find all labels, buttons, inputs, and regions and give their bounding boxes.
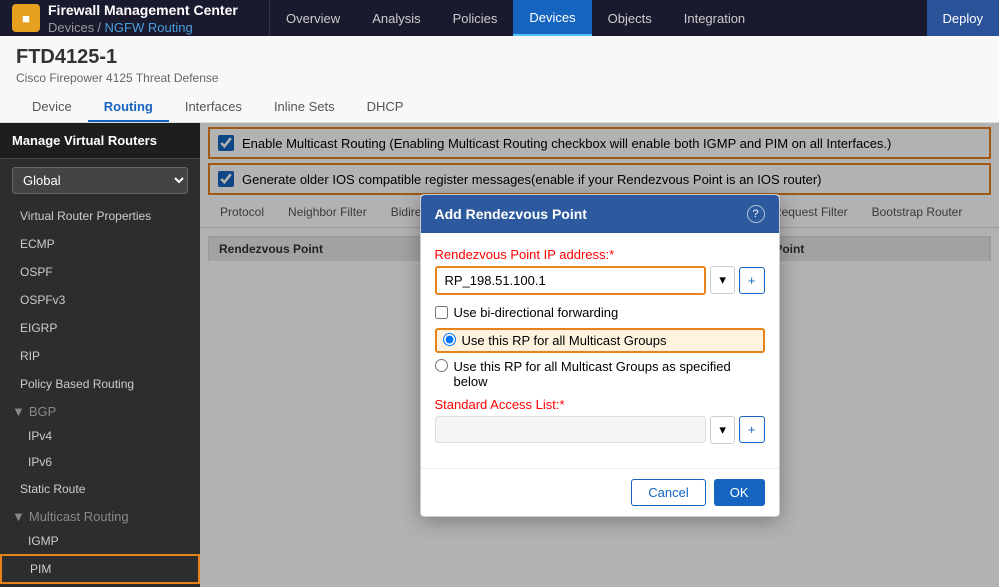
sidebar-item-ipv6[interactable]: IPv6 — [0, 449, 200, 475]
access-list-label-text: Standard Access List: — [435, 397, 560, 412]
sidebar: Manage Virtual Routers Global Virtual Ro… — [0, 123, 200, 587]
nav-integration[interactable]: Integration — [668, 0, 761, 36]
bidirectional-label: Use bi-directional forwarding — [454, 305, 619, 320]
tab-inline-sets[interactable]: Inline Sets — [258, 93, 351, 122]
modal-body: Rendezvous Point IP address:* ▾ + Use bi… — [421, 233, 779, 468]
access-list-dropdown-btn[interactable]: ▾ — [710, 416, 735, 444]
bidirectional-checkbox[interactable] — [435, 306, 448, 319]
ok-button[interactable]: OK — [714, 479, 765, 506]
radio-specified-label: Use this RP for all Multicast Groups as … — [454, 359, 765, 389]
sub-header: FTD4125-1 Cisco Firepower 4125 Threat De… — [0, 36, 999, 123]
breadcrumb-ngfw[interactable]: NGFW Routing — [105, 20, 193, 35]
nav-links: Overview Analysis Policies Devices Objec… — [270, 0, 999, 36]
nav-analysis[interactable]: Analysis — [356, 0, 436, 36]
radio-all-multicast[interactable] — [443, 333, 456, 346]
virtual-router-select[interactable]: Global — [12, 167, 188, 194]
device-subtitle: Cisco Firepower 4125 Threat Defense — [16, 71, 983, 85]
modal-overlay: Add Rendezvous Point ? Rendezvous Point … — [200, 123, 999, 587]
logo-letter: ■ — [22, 11, 30, 26]
rp-ip-input[interactable] — [435, 266, 707, 295]
device-title: FTD4125-1 — [16, 46, 983, 69]
sidebar-item-igmp[interactable]: IGMP — [0, 528, 200, 554]
right-content: Enable Multicast Routing (Enabling Multi… — [200, 123, 999, 587]
sidebar-item-pim[interactable]: PIM — [0, 554, 200, 584]
modal-title: Add Rendezvous Point — [435, 206, 587, 222]
nav-objects[interactable]: Objects — [592, 0, 668, 36]
app-title: Firewall Management Center — [48, 2, 238, 18]
sidebar-bgp-label: BGP — [29, 404, 56, 419]
cancel-button[interactable]: Cancel — [631, 479, 705, 506]
modal-footer: Cancel OK — [421, 468, 779, 516]
access-list-label: Standard Access List:* — [435, 397, 765, 412]
access-list-input[interactable] — [435, 416, 707, 443]
access-list-required: * — [560, 397, 565, 412]
sidebar-multicast-label: Multicast Routing — [29, 509, 129, 524]
sidebar-item-ospf[interactable]: OSPF — [0, 258, 200, 286]
sidebar-item-ospfv3[interactable]: OSPFv3 — [0, 286, 200, 314]
bidirectional-checkbox-row: Use bi-directional forwarding — [435, 305, 765, 320]
radio-all-multicast-label: Use this RP for all Multicast Groups — [462, 333, 667, 348]
sidebar-section-multicast[interactable]: ▼ Multicast Routing — [0, 503, 200, 528]
radio-all-multicast-row: Use this RP for all Multicast Groups — [435, 328, 765, 353]
top-nav: ■ Firewall Management Center Devices / N… — [0, 0, 999, 36]
nav-policies[interactable]: Policies — [437, 0, 514, 36]
rp-ip-label-text: Rendezvous Point IP address: — [435, 247, 610, 262]
breadcrumb: Devices / NGFW Routing — [48, 20, 238, 35]
device-tab-bar: Device Routing Interfaces Inline Sets DH… — [16, 93, 983, 122]
bgp-arrow-icon: ▼ — [12, 404, 25, 419]
modal-help-icon[interactable]: ? — [747, 205, 765, 223]
tab-routing[interactable]: Routing — [88, 93, 169, 122]
deploy-button[interactable]: Deploy — [927, 0, 999, 36]
sidebar-item-ipv4[interactable]: IPv4 — [0, 423, 200, 449]
sidebar-item-static-route[interactable]: Static Route — [0, 475, 200, 503]
radio-specified-row: Use this RP for all Multicast Groups as … — [435, 359, 765, 389]
multicast-arrow-icon: ▼ — [12, 509, 25, 524]
rp-ip-input-row: ▾ + — [435, 266, 765, 295]
tab-interfaces[interactable]: Interfaces — [169, 93, 258, 122]
rp-ip-add-btn[interactable]: + — [739, 267, 765, 294]
sidebar-item-ecmp[interactable]: ECMP — [0, 230, 200, 258]
sidebar-item-virtual-router-properties[interactable]: Virtual Router Properties — [0, 202, 200, 230]
access-list-input-row: ▾ + — [435, 416, 765, 444]
sidebar-item-policy-based-routing[interactable]: Policy Based Routing — [0, 370, 200, 398]
rp-ip-label: Rendezvous Point IP address:* — [435, 247, 765, 262]
main-content: Manage Virtual Routers Global Virtual Ro… — [0, 123, 999, 587]
sidebar-title: Manage Virtual Routers — [0, 123, 200, 159]
app-logo-icon: ■ — [12, 4, 40, 32]
tab-dhcp[interactable]: DHCP — [351, 93, 420, 122]
access-list-add-btn[interactable]: + — [739, 416, 765, 443]
sidebar-item-eigrp[interactable]: EIGRP — [0, 314, 200, 342]
tab-device[interactable]: Device — [16, 93, 88, 122]
logo-area: ■ Firewall Management Center Devices / N… — [0, 0, 270, 36]
nav-devices[interactable]: Devices — [513, 0, 591, 36]
modal-header: Add Rendezvous Point ? — [421, 195, 779, 233]
rp-ip-dropdown-btn[interactable]: ▾ — [710, 266, 735, 294]
breadcrumb-devices[interactable]: Devices — [48, 20, 94, 35]
sidebar-item-rip[interactable]: RIP — [0, 342, 200, 370]
add-rendezvous-modal: Add Rendezvous Point ? Rendezvous Point … — [420, 194, 780, 517]
app-info: Firewall Management Center Devices / NGF… — [48, 2, 238, 35]
radio-specified[interactable] — [435, 359, 448, 372]
sidebar-section-bgp[interactable]: ▼ BGP — [0, 398, 200, 423]
nav-overview[interactable]: Overview — [270, 0, 356, 36]
rp-ip-required: * — [609, 247, 614, 262]
